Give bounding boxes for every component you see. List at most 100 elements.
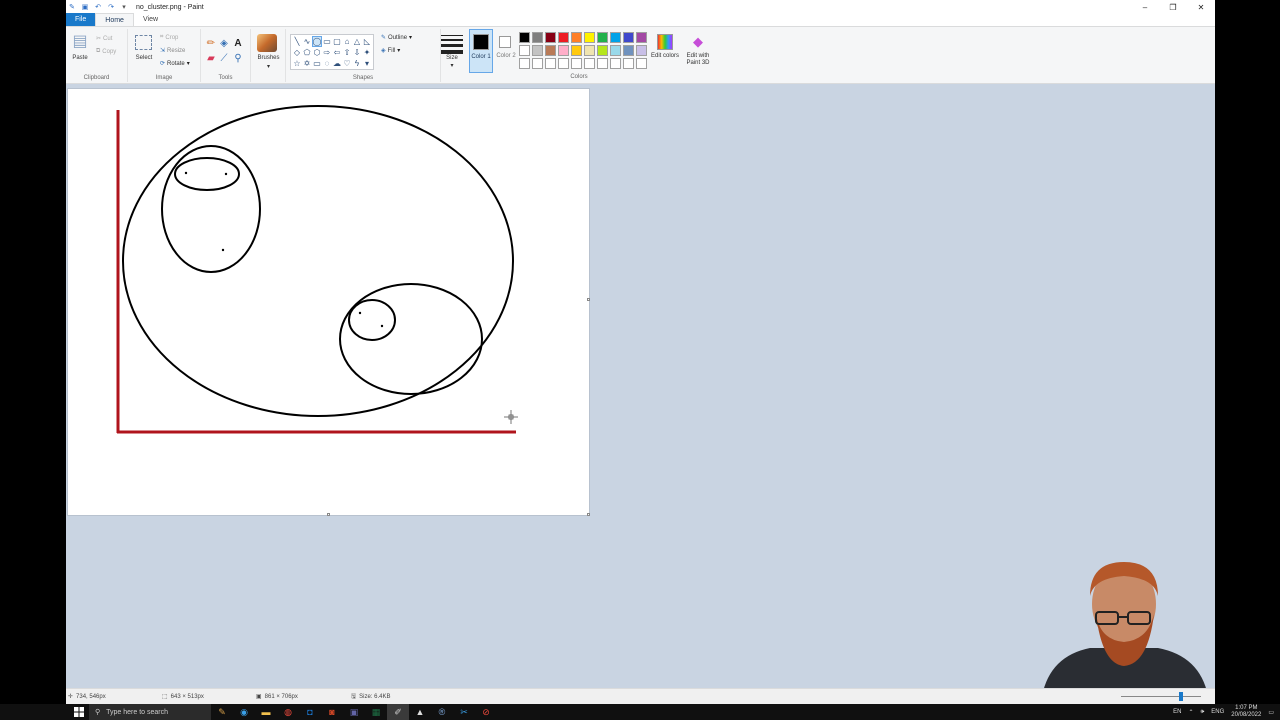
color-swatch[interactable] bbox=[623, 45, 634, 56]
color-picker-icon[interactable]: ⟋ bbox=[219, 53, 229, 64]
tab-file[interactable]: File bbox=[66, 13, 96, 26]
right-triangle-shape-icon[interactable]: ◺ bbox=[364, 37, 370, 46]
right-arrow-shape-icon[interactable]: ⇨ bbox=[324, 48, 331, 57]
color-swatch[interactable] bbox=[636, 58, 647, 69]
color-swatch[interactable] bbox=[623, 32, 634, 43]
color-swatch[interactable] bbox=[584, 58, 595, 69]
color-swatch[interactable] bbox=[545, 58, 556, 69]
tab-view[interactable]: View bbox=[134, 13, 167, 26]
color-swatch[interactable] bbox=[636, 32, 647, 43]
oval-shape-icon[interactable]: ◯ bbox=[311, 36, 323, 47]
paste-button[interactable]: Paste bbox=[68, 55, 92, 61]
color-swatch[interactable] bbox=[532, 58, 543, 69]
lang-long[interactable]: ENG bbox=[1211, 709, 1224, 715]
color-swatch[interactable] bbox=[571, 32, 582, 43]
color-swatch[interactable] bbox=[623, 58, 634, 69]
r-icon[interactable]: ® bbox=[431, 704, 453, 720]
notifications-icon[interactable]: ▭ bbox=[1268, 709, 1274, 716]
resize-handle-corner[interactable] bbox=[587, 513, 590, 516]
outline-button[interactable]: ✎ Outline ▾ bbox=[381, 34, 412, 42]
edit-colors-button[interactable]: Edit colors bbox=[651, 32, 679, 80]
pencil-icon[interactable]: ✏ bbox=[206, 38, 216, 49]
color-swatch[interactable] bbox=[519, 45, 530, 56]
rectangle-shape-icon[interactable]: ▭ bbox=[323, 37, 331, 46]
file-explorer-icon[interactable]: ▬ bbox=[255, 704, 277, 720]
color-swatch[interactable] bbox=[532, 32, 543, 43]
color-swatch[interactable] bbox=[545, 32, 556, 43]
resize-button[interactable]: ⇲ Resize bbox=[160, 47, 185, 55]
undo-icon[interactable]: ↶ bbox=[94, 3, 102, 11]
four-star-shape-icon[interactable]: ✦ bbox=[364, 48, 371, 57]
text-icon[interactable]: A bbox=[233, 38, 243, 49]
left-arrow-shape-icon[interactable]: ⇦ bbox=[334, 48, 341, 57]
diamond-shape-icon[interactable]: ◇ bbox=[294, 48, 300, 57]
color1-button[interactable]: Color 1 bbox=[469, 29, 493, 73]
color-swatch[interactable] bbox=[519, 32, 530, 43]
clock[interactable]: 1:07 PM 20/08/2022 bbox=[1231, 705, 1261, 719]
select-button[interactable]: Select bbox=[131, 55, 157, 61]
color-swatch[interactable] bbox=[597, 32, 608, 43]
line-size-icon[interactable] bbox=[441, 35, 463, 54]
color-swatch[interactable] bbox=[584, 45, 595, 56]
windows-start-icon[interactable] bbox=[69, 704, 89, 720]
color-swatch[interactable] bbox=[636, 45, 647, 56]
outlook-icon[interactable]: ◘ bbox=[299, 704, 321, 720]
polygon-shape-icon[interactable]: ⌂ bbox=[345, 37, 350, 46]
edge-icon[interactable]: ◉ bbox=[233, 704, 255, 720]
volume-icon[interactable]: 🕪 bbox=[1201, 709, 1205, 716]
line-shape-icon[interactable]: ╲ bbox=[295, 37, 300, 46]
up-arrow-shape-icon[interactable]: ⇧ bbox=[344, 48, 351, 57]
snip-icon[interactable]: ✂ bbox=[453, 704, 475, 720]
chrome-icon[interactable]: ◍ bbox=[277, 704, 299, 720]
triangle-shape-icon[interactable]: △ bbox=[354, 37, 360, 46]
color-swatch[interactable] bbox=[610, 58, 621, 69]
color-swatch[interactable] bbox=[519, 58, 530, 69]
size-button[interactable]: Size bbox=[438, 55, 466, 61]
customize-quick-access-icon[interactable]: ▾ bbox=[120, 3, 128, 11]
eraser-icon[interactable]: ▰ bbox=[206, 53, 216, 64]
redo-icon[interactable]: ↷ bbox=[107, 3, 115, 11]
resize-handle-right[interactable] bbox=[587, 298, 590, 301]
fill-bucket-icon[interactable]: ◈ bbox=[219, 38, 229, 49]
color-swatch[interactable] bbox=[597, 45, 608, 56]
brush-icon[interactable] bbox=[257, 34, 277, 52]
color-swatch[interactable] bbox=[610, 32, 621, 43]
cut-button[interactable]: ✂ Cut bbox=[96, 35, 112, 43]
crop-button[interactable]: ⌗ Crop bbox=[160, 34, 178, 41]
color-swatch[interactable] bbox=[545, 45, 556, 56]
edit-with-paint3d-button[interactable]: ◆ Edit with Paint 3D bbox=[681, 32, 715, 80]
drive-icon[interactable]: ▲ bbox=[409, 704, 431, 720]
teams-icon[interactable]: ▣ bbox=[343, 704, 365, 720]
task-view-icon[interactable]: ✎ bbox=[211, 704, 233, 720]
curve-shape-icon[interactable]: ∿ bbox=[304, 37, 311, 46]
callout-cloud-shape-icon[interactable]: ☁ bbox=[333, 59, 341, 68]
powerpoint-icon[interactable]: ◙ bbox=[321, 704, 343, 720]
taskbar-search-box[interactable]: ⚲ Type here to search bbox=[89, 704, 211, 720]
drawing-canvas[interactable] bbox=[68, 89, 590, 516]
color-swatch[interactable] bbox=[584, 32, 595, 43]
lang-short[interactable]: EN bbox=[1173, 709, 1181, 715]
down-arrow-shape-icon[interactable]: ⇩ bbox=[354, 48, 361, 57]
heart-shape-icon[interactable]: ♡ bbox=[343, 59, 350, 68]
color-swatch[interactable] bbox=[571, 45, 582, 56]
lightning-shape-icon[interactable]: ϟ bbox=[355, 59, 359, 68]
color2-button[interactable]: Color 2 bbox=[495, 29, 517, 73]
paint-taskbar-icon[interactable]: ✐ bbox=[387, 704, 409, 720]
color-swatch[interactable] bbox=[610, 45, 621, 56]
hexagon-shape-icon[interactable]: ⬡ bbox=[314, 48, 321, 57]
chevron-up-icon[interactable]: ⌃ bbox=[1188, 709, 1193, 716]
callout-oval-shape-icon[interactable]: ◌ bbox=[325, 59, 330, 68]
record-icon[interactable]: ⊘ bbox=[475, 704, 497, 720]
zoom-slider[interactable] bbox=[1121, 696, 1201, 697]
scroll-more-icon[interactable]: ▾ bbox=[365, 59, 369, 68]
zoom-slider-thumb[interactable] bbox=[1179, 692, 1183, 701]
close-icon[interactable]: ✕ bbox=[1187, 0, 1215, 14]
paste-icon[interactable]: ▤ bbox=[70, 34, 90, 50]
color-swatch[interactable] bbox=[597, 58, 608, 69]
color-swatch[interactable] bbox=[532, 45, 543, 56]
fill-button[interactable]: ◈ Fill ▾ bbox=[381, 47, 400, 55]
excel-icon[interactable]: ▦ bbox=[365, 704, 387, 720]
minimize-icon[interactable]: – bbox=[1131, 0, 1159, 14]
resize-handle-bottom[interactable] bbox=[327, 513, 330, 516]
color-swatch[interactable] bbox=[571, 58, 582, 69]
